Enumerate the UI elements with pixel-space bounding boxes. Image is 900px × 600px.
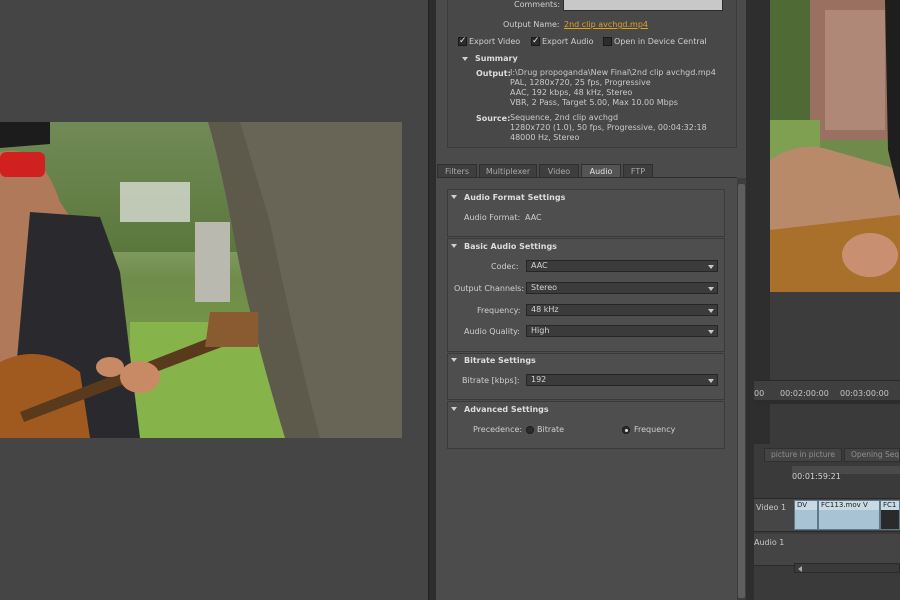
timeline-clip[interactable]: FC113.mov V [818, 500, 880, 530]
bitrate-value: 192 [531, 375, 547, 384]
device-central-label: Open in Device Central [614, 37, 707, 46]
frequency-label: Frequency: [477, 306, 521, 315]
tab-filters[interactable]: Filters [437, 164, 477, 178]
frequency-value: 48 kHz [531, 305, 559, 314]
export-video-checkbox[interactable] [458, 36, 467, 46]
audio-format-label: Audio Format: [464, 213, 521, 222]
tab-video[interactable]: Video [539, 164, 579, 178]
bitrate-label: Bitrate [kbps]: [462, 376, 520, 385]
chevron-down-icon [708, 265, 714, 269]
source-video-frame [0, 122, 402, 438]
timeline-clip[interactable]: FC1 [880, 500, 900, 530]
export-video-label: Export Video [469, 37, 521, 46]
summary-source-line: Sequence, 2nd clip avchgd [510, 113, 619, 122]
bitrate-dropdown[interactable]: 192 [526, 374, 718, 386]
output-channels-dropdown[interactable]: Stereo [526, 282, 718, 294]
clip-label: FC113.mov V [819, 501, 879, 510]
frequency-dropdown[interactable]: 48 kHz [526, 304, 718, 316]
advanced-title: Advanced Settings [464, 405, 549, 414]
codec-value: AAC [531, 261, 548, 270]
summary-output-line: PAL, 1280x720, 25 fps, Progressive [510, 78, 651, 87]
precedence-frequency-label: Frequency [634, 425, 676, 434]
bitrate-collapse-icon[interactable] [451, 358, 457, 362]
output-channels-label: Output Channels: [454, 284, 525, 293]
program-video-image [770, 0, 900, 292]
export-audio-checkbox[interactable] [531, 36, 540, 46]
clip-label: DV [795, 501, 817, 510]
chevron-down-icon [708, 287, 714, 291]
video-track-label: Video 1 [756, 503, 787, 512]
summary-output-label: Output: [476, 69, 511, 78]
precedence-label: Precedence: [473, 425, 523, 434]
summary-title: Summary [475, 54, 518, 63]
comments-label: Comments: [514, 0, 561, 9]
summary-collapse-icon[interactable] [462, 57, 468, 61]
audio-panel-scrollbar-thumb[interactable] [738, 184, 745, 598]
ruler-tick: 00:02:00:00 [780, 389, 829, 398]
bitrate-title: Bitrate Settings [464, 356, 536, 365]
summary-output-line: I:\Drug propoganda\New Final\2nd clip av… [510, 68, 716, 77]
comments-field[interactable] [563, 0, 723, 11]
sequence-tab-opening[interactable]: Opening Seq [844, 448, 900, 462]
ruler-tick: 00 [754, 389, 765, 398]
tab-multiplexer[interactable]: Multiplexer [479, 164, 537, 178]
audio-quality-value: High [531, 326, 550, 335]
sequence-tab-picture-in-picture[interactable]: picture in picture [764, 448, 842, 462]
summary-source-line: 48000 Hz, Stereo [510, 133, 580, 142]
precedence-bitrate-label: Bitrate [537, 425, 565, 434]
audio-format-collapse-icon[interactable] [451, 195, 457, 199]
chevron-down-icon [708, 330, 714, 334]
advanced-collapse-icon[interactable] [451, 407, 457, 411]
audio-track-label: Audio 1 [754, 538, 785, 547]
basic-audio-title: Basic Audio Settings [464, 242, 557, 251]
guitarist-video-image [0, 122, 402, 438]
chevron-down-icon [708, 379, 714, 383]
precedence-bitrate-radio[interactable] [526, 426, 534, 434]
output-name-label: Output Name: [503, 20, 560, 29]
tab-audio[interactable]: Audio [581, 164, 621, 178]
codec-label: Codec: [491, 262, 519, 271]
audio-panel-scrollbar[interactable] [737, 178, 746, 600]
summary-output-line: VBR, 2 Pass, Target 5.00, Max 10.00 Mbps [510, 98, 678, 107]
device-central-checkbox[interactable] [603, 37, 612, 46]
ruler-track [754, 400, 900, 404]
chevron-down-icon [708, 309, 714, 313]
timeline-horizontal-scrollbar[interactable] [794, 563, 900, 573]
basic-audio-collapse-icon[interactable] [451, 244, 457, 248]
scroll-left-icon[interactable] [798, 566, 802, 572]
export-audio-label: Export Audio [542, 37, 594, 46]
output-name-link[interactable]: 2nd clip avchgd.mp4 [564, 20, 648, 29]
audio-format-title: Audio Format Settings [464, 193, 566, 202]
audio-quality-label: Audio Quality: [464, 327, 520, 336]
precedence-frequency-radio[interactable] [622, 426, 630, 434]
summary-output-line: AAC, 192 kbps, 48 kHz, Stereo [510, 88, 633, 97]
source-monitor-panel [0, 0, 428, 600]
codec-dropdown[interactable]: AAC [526, 260, 718, 272]
clip-label: FC1 [881, 501, 899, 510]
timeline-clip[interactable]: DV [794, 500, 818, 530]
audio-format-value: AAC [525, 213, 542, 222]
program-video-frame [770, 0, 900, 292]
tab-ftp[interactable]: FTP [623, 164, 653, 178]
timecode-display[interactable]: 00:01:59:21 [792, 472, 841, 481]
summary-source-line: 1280x720 (1.0), 50 fps, Progressive, 00:… [510, 123, 707, 132]
output-channels-value: Stereo [531, 283, 558, 292]
panel-divider[interactable] [428, 0, 436, 600]
summary-source-label: Source: [476, 114, 511, 123]
audio-quality-dropdown[interactable]: High [526, 325, 718, 337]
ruler-tick: 00:03:00:00 [840, 389, 889, 398]
